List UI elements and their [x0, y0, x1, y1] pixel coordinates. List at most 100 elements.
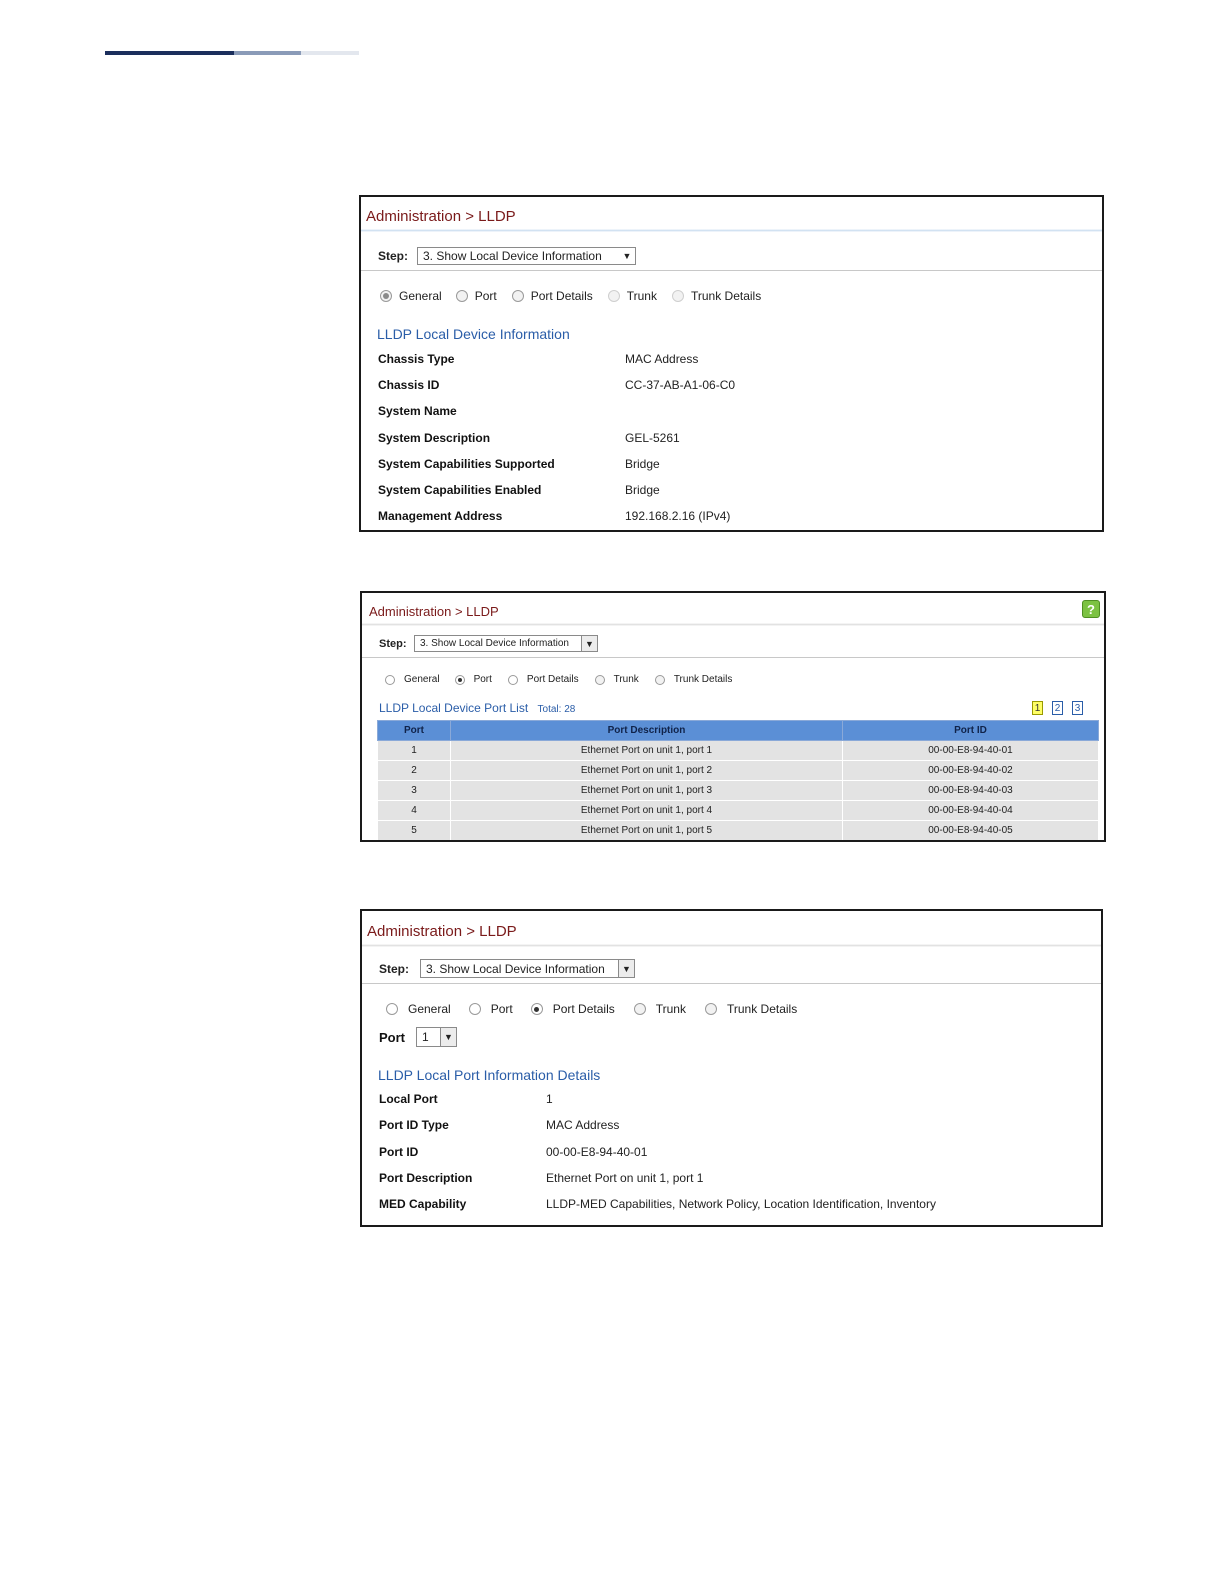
radio-circle[interactable] [633, 1003, 646, 1015]
radio-circle[interactable] [671, 290, 684, 302]
help-icon[interactable]: ? [1082, 600, 1100, 618]
med-capability-value: LLDP-MED Capabilities, Network Policy, L… [546, 1197, 936, 1211]
radio-circle[interactable] [385, 674, 395, 685]
radio-dot [457, 677, 462, 682]
page-3-link[interactable]: 3 [1072, 701, 1083, 715]
radio-trunk[interactable]: Trunk [633, 1002, 686, 1016]
port-select-label: Port [379, 1030, 405, 1045]
system-description-value: GEL-5261 [625, 431, 680, 445]
radio-label: Port Details [552, 1002, 615, 1016]
radio-circle[interactable] [594, 674, 605, 685]
radio-port-details[interactable]: Port Details [530, 1002, 615, 1016]
header-rule [105, 51, 359, 55]
radio-label: Trunk [655, 1002, 686, 1016]
chassis-type-label: Chassis Type [378, 352, 455, 366]
step-select-value: 3. Show Local Device Information [423, 249, 602, 263]
med-capability-label: MED Capability [379, 1197, 467, 1211]
view-radio-group: General Port Port Details Trunk Trunk De… [386, 1002, 797, 1016]
radio-circle[interactable] [380, 290, 392, 302]
radio-trunk[interactable]: Trunk [594, 674, 639, 685]
radio-circle[interactable] [704, 1003, 717, 1015]
header-rule-light [301, 51, 359, 55]
local-port-value: 1 [546, 1092, 553, 1106]
radio-port[interactable]: Port [454, 674, 492, 685]
cell-port-description: Ethernet Port on unit 1, port 5 [450, 820, 843, 840]
step-select[interactable]: 3. Show Local Device Information ▼ [414, 635, 598, 652]
radio-circle[interactable] [530, 1003, 543, 1015]
port-list-title: LLDP Local Device Port List Total: 28 [379, 701, 575, 715]
radio-label: Port [474, 289, 497, 303]
step-label: Step: [378, 249, 408, 263]
capabilities-enabled-value: Bridge [625, 483, 660, 497]
section-title: LLDP Local Port Information Details [378, 1067, 601, 1083]
port-list-title-text: LLDP Local Device Port List [379, 701, 529, 715]
column-header-port-description: Port Description [450, 720, 843, 741]
chevron-down-icon: ▼ [581, 636, 597, 651]
step-select-value: 3. Show Local Device Information [426, 961, 605, 976]
column-header-port-id: Port ID [842, 720, 1099, 741]
radio-circle[interactable] [468, 1003, 481, 1015]
radio-port[interactable]: Port [455, 289, 497, 303]
chevron-down-icon: ▼ [618, 960, 634, 977]
radio-label: Trunk Details [690, 289, 762, 303]
radio-circle[interactable] [607, 290, 620, 302]
divider [361, 270, 1102, 271]
radio-label: Port Details [530, 289, 593, 303]
cell-port-description: Ethernet Port on unit 1, port 3 [450, 780, 843, 801]
radio-general[interactable]: General [385, 674, 440, 685]
system-description-label: System Description [378, 431, 491, 445]
radio-label: Port Details [526, 674, 579, 685]
port-description-label: Port Description [379, 1171, 473, 1185]
panel-port-details: Administration > LLDP Step: 3. Show Loca… [360, 909, 1103, 1227]
view-radio-group: General Port Port Details Trunk Trunk De… [380, 289, 761, 303]
radio-port-details[interactable]: Port Details [511, 289, 593, 303]
port-id-value: 00-00-E8-94-40-01 [546, 1145, 648, 1159]
radio-circle[interactable] [386, 1003, 398, 1015]
chassis-id-label: Chassis ID [378, 378, 440, 392]
section-title: LLDP Local Device Information [377, 326, 570, 342]
radio-label: Port [490, 1002, 513, 1016]
radio-trunk[interactable]: Trunk [607, 289, 657, 303]
radio-trunk-details[interactable]: Trunk Details [654, 674, 733, 685]
step-select[interactable]: 3. Show Local Device Information ▼ [420, 959, 635, 978]
radio-circle[interactable] [507, 674, 518, 685]
page-2-link[interactable]: 2 [1052, 701, 1063, 715]
header-rule-dark [105, 51, 234, 55]
table-header-row: Port Port Description Port ID [377, 720, 1099, 741]
radio-port[interactable]: Port [468, 1002, 513, 1016]
step-select[interactable]: 3. Show Local Device Information ▼ [417, 247, 636, 265]
capabilities-supported-label: System Capabilities Supported [378, 457, 555, 471]
radio-general[interactable]: General [386, 1002, 451, 1016]
radio-label: Trunk Details [673, 674, 733, 685]
table-row: 4 Ethernet Port on unit 1, port 4 00-00-… [377, 800, 1099, 821]
radio-circle[interactable] [654, 674, 665, 685]
radio-dot [534, 1006, 540, 1012]
chassis-type-value: MAC Address [625, 352, 699, 366]
chevron-down-icon: ▼ [440, 1028, 456, 1046]
management-address-value: 192.168.2.16 (IPv4) [625, 509, 731, 523]
radio-trunk-details[interactable]: Trunk Details [671, 289, 762, 303]
radio-trunk-details[interactable]: Trunk Details [704, 1002, 797, 1016]
column-header-port: Port [377, 720, 451, 741]
table-row: 5 Ethernet Port on unit 1, port 5 00-00-… [377, 820, 1099, 840]
cell-port-id: 00-00-E8-94-40-02 [842, 760, 1099, 781]
capabilities-supported-value: Bridge [625, 457, 660, 471]
port-id-type-value: MAC Address [546, 1118, 620, 1132]
cell-port: 1 [377, 740, 451, 761]
radio-label: General [404, 674, 440, 685]
chassis-id-value: CC-37-AB-A1-06-C0 [625, 378, 736, 392]
port-id-type-label: Port ID Type [379, 1118, 449, 1132]
radio-dot [383, 293, 389, 299]
total-count: Total: 28 [537, 704, 576, 715]
pagination: 1 2 3 [1032, 701, 1083, 715]
step-label: Step: [379, 962, 409, 976]
port-select[interactable]: 1 ▼ [416, 1027, 457, 1047]
radio-port-details[interactable]: Port Details [507, 674, 579, 685]
radio-circle[interactable] [454, 674, 465, 685]
radio-label: Trunk [613, 674, 639, 685]
cell-port-id: 00-00-E8-94-40-05 [842, 820, 1099, 840]
radio-circle[interactable] [455, 290, 468, 302]
radio-circle[interactable] [511, 290, 524, 302]
page-1-link[interactable]: 1 [1032, 701, 1043, 715]
radio-general[interactable]: General [380, 289, 442, 303]
